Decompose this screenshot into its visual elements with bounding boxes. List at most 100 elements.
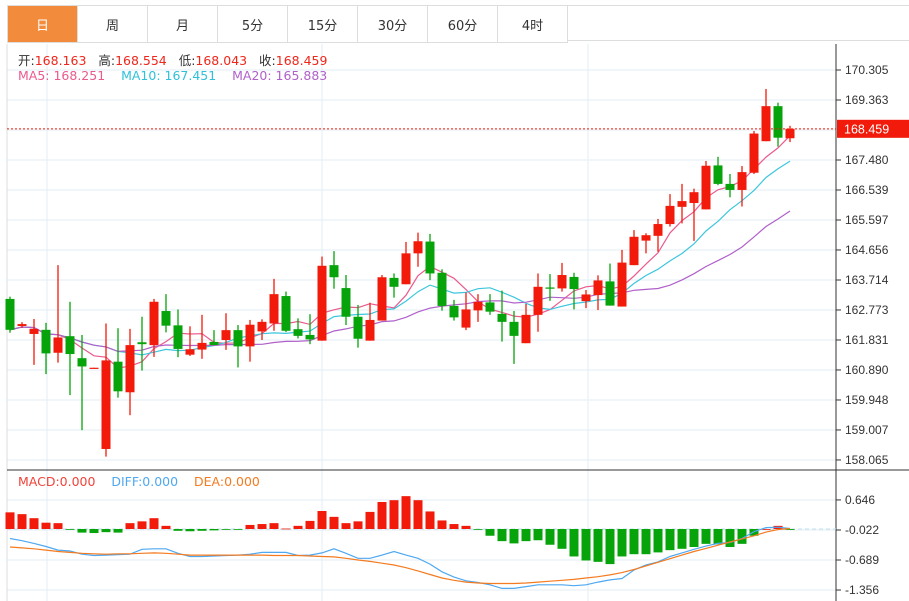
candle-body [257,321,267,332]
price-tick-label: 159.948 [845,393,889,407]
up-candle [365,302,375,341]
macd-histogram-bar [677,529,687,549]
candle-body [521,314,531,344]
candle-body [341,288,351,317]
down-candle [293,318,303,339]
price-tick-label: 162.773 [845,303,889,317]
candle-body [101,360,111,449]
high-value: 168.554 [115,53,167,68]
ma20-legend: MA20: 165.883 [232,68,328,83]
up-candle [749,131,759,175]
candle-body [665,205,675,225]
price-tick-label: 164.656 [845,243,889,257]
down-candle [281,291,291,333]
down-candle [509,311,519,364]
candle-body [389,277,399,287]
candle-body [5,298,15,330]
up-candle [185,326,195,356]
macd-histogram-bar [725,529,735,547]
candle-body [725,183,735,190]
macd-histogram-bar [173,529,183,531]
macd-histogram-bar [449,524,459,529]
candle-body [761,106,771,142]
candle-body [689,192,699,204]
candle-body [221,330,231,341]
candle-body [41,329,51,354]
macd-histogram-bar [293,525,303,529]
up-candle [257,319,267,341]
up-candle [629,230,639,266]
price-tick-label: 169.363 [845,93,889,107]
down-candle [437,269,447,311]
macd-legend: MACD:0.000 DIFF:0.000 DEA:0.000 [18,474,260,489]
ma5-line [9,135,791,369]
macd-histogram-bar [437,520,447,529]
candle-body [89,367,99,369]
up-candle [701,160,711,210]
down-candle [233,325,243,368]
up-candle [317,256,327,341]
macd-histogram-bar [425,511,435,529]
candle-body [197,342,207,350]
macd-histogram-bar [377,502,387,529]
price-tick-label: 163.714 [845,273,889,287]
ma10-legend: MA10: 167.451 [121,68,217,83]
candlestick-chart[interactable]: 170.305 169.363 167.480 166.539 165.597 164.6… [0,0,909,601]
macd-histogram-bar [509,529,519,544]
ohlc-readout: 开:168.163 高:168.554 低:168.043 收:168.459 [18,50,327,69]
open-value: 168.163 [34,53,87,68]
macd-histogram-bar [209,529,219,531]
macd-histogram-bar [53,523,63,529]
macd-tick-label: -1.356 [845,583,879,597]
candle-body [77,358,87,367]
up-candle [269,278,279,331]
down-candle [605,263,615,306]
down-candle [449,299,459,321]
up-candle [617,249,627,307]
macd-histogram-bar [569,529,579,557]
macd-histogram-bar [557,529,567,549]
candle-body [377,277,387,321]
candle-body [785,128,795,139]
candle-body [593,280,603,296]
candle-body [461,309,471,328]
candle-body [317,265,327,341]
candle-body [269,294,279,324]
up-candle [89,367,99,369]
up-candle [689,188,699,241]
up-candle [245,319,255,362]
macd-histogram-bar [653,529,663,553]
price-tick-label: 165.597 [845,213,889,227]
candle-body [485,302,495,312]
candle-body [293,329,303,336]
candle-body [425,241,435,274]
current-price-label: 168.459 [844,122,889,136]
up-candle [593,275,603,311]
ma5-legend: MA5: 168.251 [18,68,106,83]
low-value: 168.043 [195,53,248,68]
macd-histogram-bar [665,529,675,551]
price-tick-label: 166.539 [845,183,889,197]
macd-histogram-bar [617,529,627,557]
macd-histogram-bar [17,514,27,529]
candle-body [497,313,507,322]
candle-body [113,361,123,392]
candle-body [473,301,483,311]
candle-body [713,165,723,184]
candle-body [737,172,747,190]
candle-body [449,305,459,318]
macd-histogram-bar [245,524,255,529]
macd-histogram-bar [77,529,87,533]
up-candle [557,262,567,292]
down-candle [353,304,363,348]
diff-value: DIFF:0.000 [111,474,179,489]
candle-body [65,336,75,355]
macd-histogram-bar [305,520,315,529]
close-value: 168.459 [275,53,328,68]
macd-histogram-bar [281,528,291,530]
macd-histogram-bar [161,525,171,529]
candle-body [353,316,363,339]
candle-body [365,319,375,341]
candle-body [173,325,183,349]
macd-histogram-bar [485,529,495,536]
